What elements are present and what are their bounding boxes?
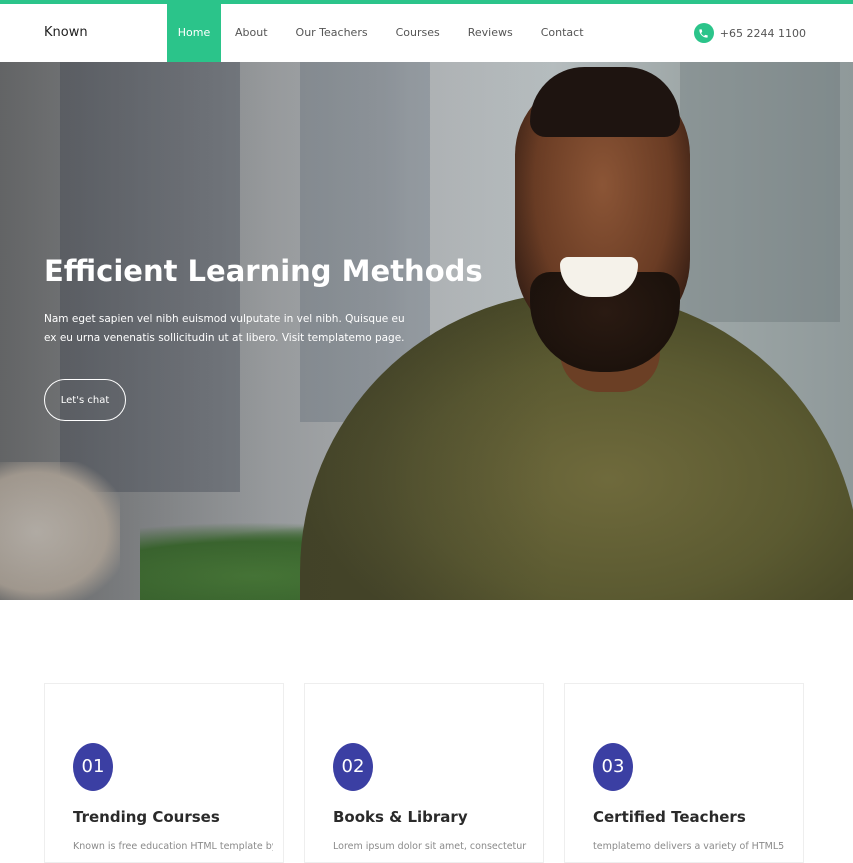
hero-description: Nam eget sapien vel nibh euismod vulputa… (44, 313, 405, 344)
nav-contact[interactable]: Contact (527, 4, 598, 62)
feature-title: Certified Teachers (593, 808, 746, 826)
brand-logo[interactable]: Known (44, 4, 88, 62)
feature-number-badge: 01 (73, 743, 113, 791)
nav-about[interactable]: About (221, 4, 282, 62)
phone-contact[interactable]: +65 2244 1100 (693, 4, 806, 62)
feature-text: Known is free education HTML template by (73, 841, 273, 852)
feature-title: Trending Courses (73, 808, 220, 826)
hero-section: Efficient Learning Methods Nam eget sapi… (0, 62, 853, 600)
nav-courses[interactable]: Courses (382, 4, 454, 62)
feature-text: templatemo delivers a variety of HTML5 (593, 841, 785, 852)
feature-number-badge: 03 (593, 743, 633, 791)
phone-number: +65 2244 1100 (719, 26, 806, 40)
feature-title: Books & Library (333, 808, 468, 826)
navbar: Known Home About Our Teachers Courses Re… (0, 4, 853, 62)
feature-text: Lorem ipsum dolor sit amet, consectetur (333, 841, 527, 852)
nav-reviews[interactable]: Reviews (454, 4, 527, 62)
phone-glyph (699, 28, 708, 38)
main-nav: Home About Our Teachers Courses Reviews … (167, 4, 598, 62)
nav-home[interactable]: Home (167, 4, 221, 62)
feature-card-books-library: 02 Books & Library Lorem ipsum dolor sit… (304, 683, 544, 863)
feature-card-certified-teachers: 03 Certified Teachers templatemo deliver… (564, 683, 804, 863)
feature-number-badge: 02 (333, 743, 373, 791)
lets-chat-button[interactable]: Let's chat (44, 379, 126, 421)
phone-icon (693, 23, 714, 43)
nav-our-teachers[interactable]: Our Teachers (282, 4, 382, 62)
feature-card-trending-courses: 01 Trending Courses Known is free educat… (44, 683, 284, 863)
hero-title: Efficient Learning Methods (44, 254, 483, 288)
